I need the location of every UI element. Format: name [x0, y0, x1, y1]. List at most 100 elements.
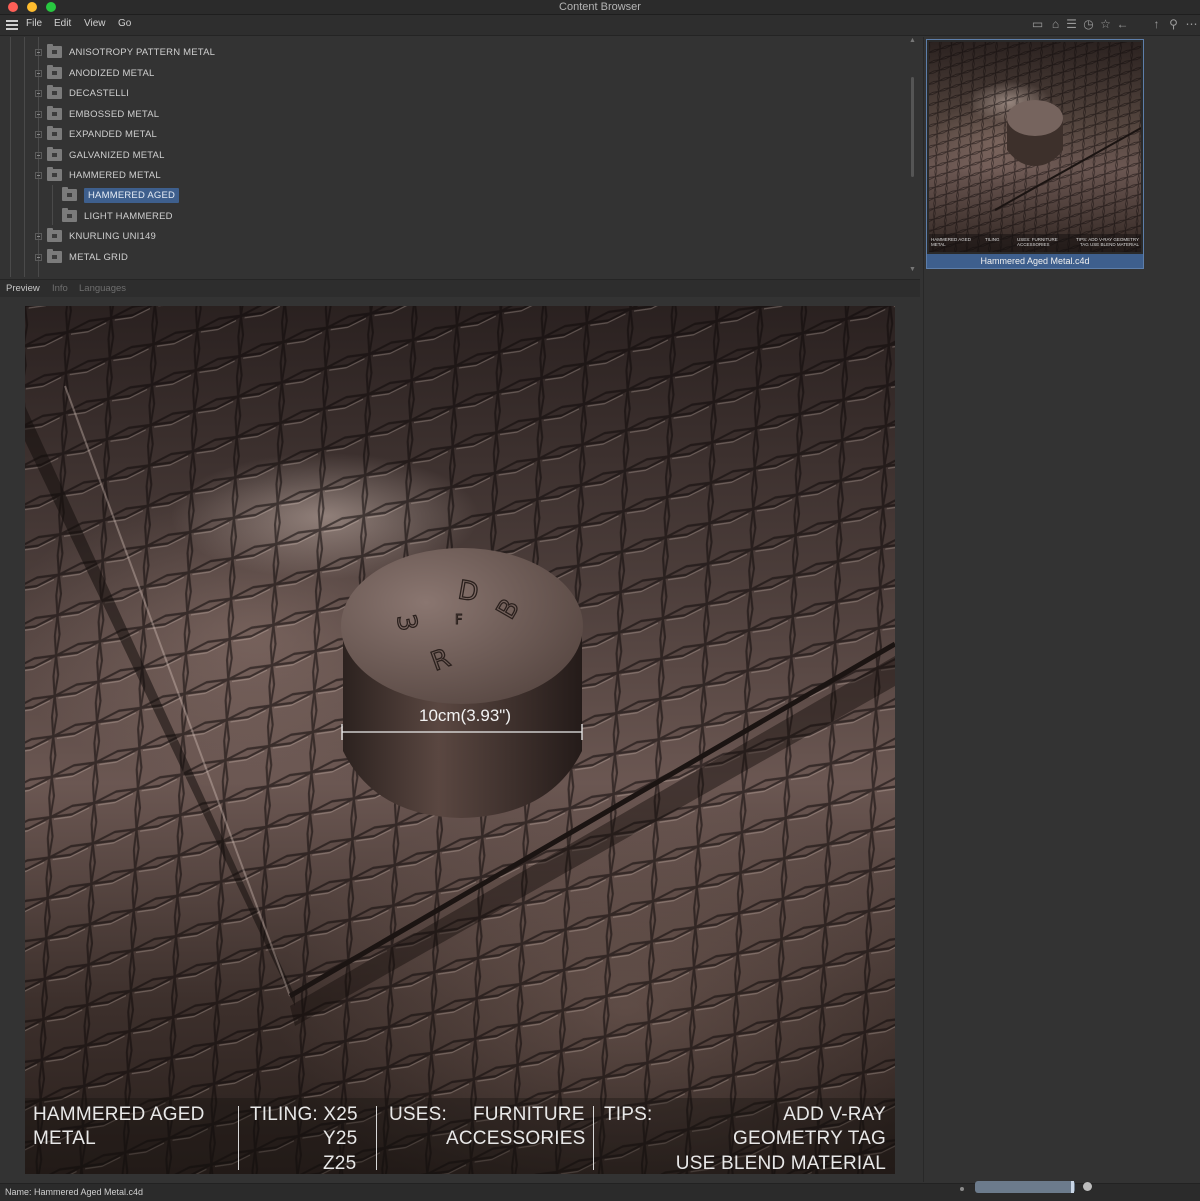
uses-furniture: FURNITURE	[473, 1104, 585, 1125]
expand-icon[interactable]	[35, 110, 42, 118]
tab-info[interactable]: Info	[52, 283, 68, 294]
folder-icon	[62, 187, 77, 201]
tree-item-decastelli[interactable]: DECASTELLI	[35, 83, 129, 103]
status-bar: Name: Hammered Aged Metal.c4d	[0, 1181, 1200, 1201]
tree-item-anodized-metal[interactable]: ANODIZED METAL	[35, 63, 155, 83]
content-item-hammered-aged-metal[interactable]: HAMMERED AGED METAL TILING USES: FURNITU…	[926, 39, 1144, 269]
info-divider	[593, 1106, 594, 1170]
collapse-icon[interactable]	[35, 171, 42, 179]
scroll-up-icon[interactable]: ▲	[909, 37, 916, 44]
tree-item-label: DECASTELLI	[69, 87, 130, 99]
folder-tree: ANISOTROPY PATTERN METAL ANODIZED METAL …	[0, 37, 920, 277]
folder-icon	[47, 44, 62, 58]
scrollbar-thumb[interactable]	[911, 77, 914, 177]
material-preview-image: D 3 F B R 10cm(3.93") HAMMERED AGED META…	[25, 306, 895, 1174]
folder-icon	[47, 106, 62, 120]
tree-item-metal-grid[interactable]: METAL GRID	[35, 247, 128, 267]
zoom-in-icon[interactable]	[1083, 1182, 1092, 1191]
tree-item-embossed-metal[interactable]: EMBOSSED METAL	[35, 104, 159, 124]
tree-item-hammered-metal[interactable]: HAMMERED METAL	[35, 165, 161, 185]
folder-icon	[47, 126, 62, 140]
material-name-line2: METAL	[33, 1128, 96, 1149]
scroll-down-icon[interactable]: ▼	[909, 266, 916, 273]
hamburger-menu-icon[interactable]	[6, 20, 18, 30]
title-bar: Content Browser	[0, 0, 1200, 15]
material-name-line1: HAMMERED AGED	[33, 1104, 205, 1125]
content-item-thumbnail: HAMMERED AGED METAL TILING USES: FURNITU…	[929, 42, 1141, 252]
tree-item-light-hammered[interactable]: LIGHT HAMMERED	[62, 206, 173, 226]
tree-item-anisotropy-pattern-metal[interactable]: ANISOTROPY PATTERN METAL	[35, 42, 215, 62]
tree-item-hammered-aged[interactable]: HAMMERED AGED	[62, 185, 180, 205]
expand-icon[interactable]	[35, 232, 42, 240]
timer-icon[interactable]: ◷	[1081, 17, 1096, 32]
menu-edit[interactable]: Edit	[54, 18, 71, 29]
tree-guide-line	[52, 185, 53, 225]
tree-item-label: HAMMERED METAL	[69, 169, 161, 181]
zoom-slider-handle[interactable]	[1071, 1181, 1074, 1193]
tree-item-label: EMBOSSED METAL	[69, 108, 160, 120]
zoom-out-icon[interactable]	[960, 1187, 964, 1191]
expand-icon[interactable]	[35, 89, 42, 97]
window-title: Content Browser	[559, 1, 641, 13]
measure-label: 10cm(3.93")	[418, 706, 511, 725]
tab-preview[interactable]: Preview	[6, 283, 40, 294]
uses-accessories: ACCESSORIES	[446, 1128, 586, 1149]
search-icon[interactable]: ⚲	[1166, 17, 1181, 32]
tab-languages[interactable]: Languages	[79, 283, 126, 294]
settings-icon[interactable]: ☰	[1064, 17, 1079, 32]
thumbnail-cylinder-top	[1007, 100, 1063, 136]
preview-panel: D 3 F B R 10cm(3.93") HAMMERED AGED META…	[0, 297, 920, 1182]
thumbnail-uses-text: USES: FURNITURE ACCESSORIES	[1017, 237, 1058, 247]
menu-file[interactable]: File	[26, 18, 42, 29]
thumbnail-scene	[929, 42, 1141, 252]
menu-bar: File Edit View Go	[0, 15, 1200, 36]
expand-icon[interactable]	[35, 69, 42, 77]
info-divider	[376, 1106, 377, 1170]
menu-go[interactable]: Go	[118, 18, 131, 29]
layout-icon[interactable]: ▭	[1030, 17, 1045, 32]
folder-icon	[47, 65, 62, 79]
tree-guide-line	[24, 37, 25, 277]
up-arrow-icon[interactable]: ↑	[1149, 17, 1164, 32]
status-name: Name: Hammered Aged Metal.c4d	[5, 1187, 144, 1197]
cylinder-letter-f: F	[455, 613, 462, 628]
tiling-x: TILING: X25	[250, 1104, 358, 1125]
preview-tab-bar: Preview Info Languages	[0, 279, 920, 298]
content-pane: HAMMERED AGED METAL TILING USES: FURNITU…	[923, 37, 1200, 1182]
tree-item-expanded-metal[interactable]: EXPANDED METAL	[35, 124, 157, 144]
tree-scrollbar[interactable]: ▲ ▼	[908, 37, 918, 277]
tree-item-label: ANISOTROPY PATTERN METAL	[69, 46, 216, 58]
more-icon[interactable]: ⋯	[1184, 17, 1199, 32]
home-icon[interactable]: ⌂	[1048, 17, 1063, 32]
tips-line1: ADD V-RAY	[783, 1104, 886, 1125]
tree-item-label: HAMMERED AGED	[84, 187, 180, 203]
tiling-y: Y25	[323, 1128, 358, 1149]
star-icon[interactable]: ☆	[1098, 17, 1113, 32]
expand-icon[interactable]	[35, 48, 42, 56]
tree-item-galvanized-metal[interactable]: GALVANIZED METAL	[35, 145, 165, 165]
thumbnail-name-text: HAMMERED AGED METAL	[931, 237, 972, 247]
folder-icon	[47, 249, 62, 263]
back-arrow-icon[interactable]: ←	[1115, 17, 1130, 32]
uses-label: USES:	[389, 1104, 448, 1125]
tree-guide-line	[10, 37, 11, 277]
expand-icon[interactable]	[35, 130, 42, 138]
tree-item-knurling-uni149[interactable]: KNURLING UNI149	[35, 226, 156, 246]
open-folder-icon	[47, 167, 62, 181]
info-divider	[238, 1106, 239, 1170]
folder-icon	[62, 208, 77, 222]
content-item-caption: Hammered Aged Metal.c4d	[927, 254, 1143, 268]
tips-line2: GEOMETRY TAG	[732, 1128, 886, 1149]
menu-view[interactable]: View	[84, 18, 106, 29]
tree-item-label: LIGHT HAMMERED	[84, 210, 173, 222]
tree-item-label: METAL GRID	[69, 251, 129, 263]
tree-item-label: KNURLING UNI149	[69, 230, 156, 242]
folder-icon	[47, 228, 62, 242]
zoom-slider[interactable]	[975, 1181, 1075, 1193]
render-scene: D 3 F B R	[25, 306, 895, 1174]
expand-icon[interactable]	[35, 253, 42, 261]
tips-line3: USE BLEND MATERIAL	[675, 1153, 886, 1174]
tiling-z: Z25	[323, 1153, 357, 1174]
tree-item-label: GALVANIZED METAL	[69, 149, 165, 161]
expand-icon[interactable]	[35, 151, 42, 159]
